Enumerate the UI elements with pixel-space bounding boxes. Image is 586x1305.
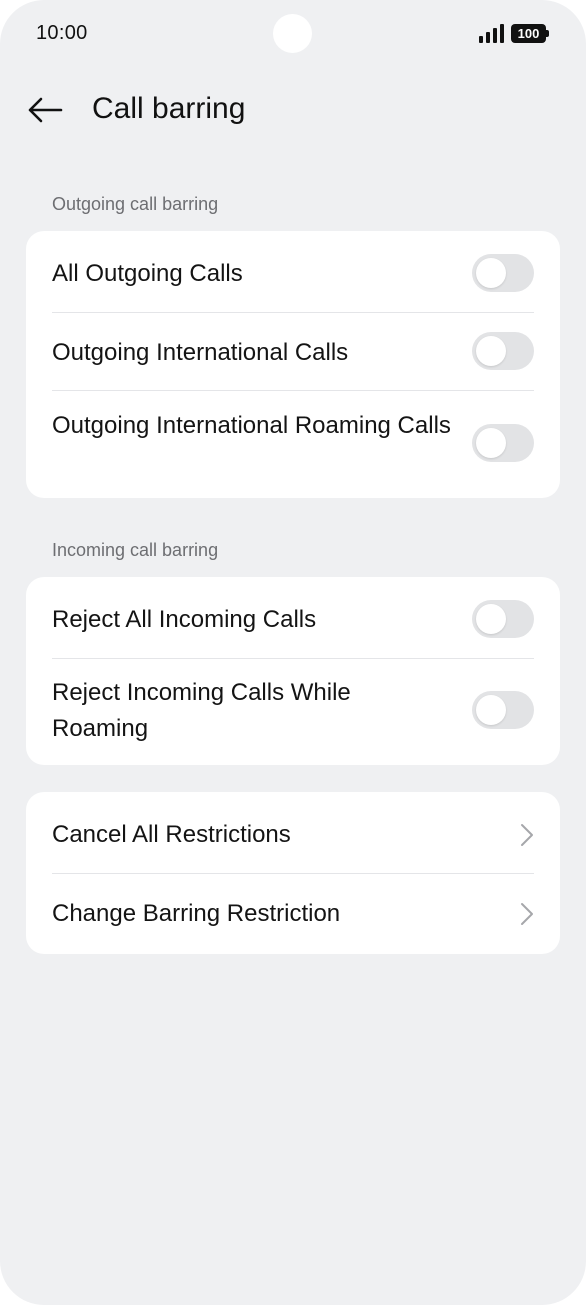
- incoming-call-barring-card: Reject All Incoming Calls Reject Incomin…: [26, 577, 560, 765]
- status-bar: 10:00 100: [0, 0, 586, 68]
- outgoing-international-roaming-calls-toggle[interactable]: [472, 424, 534, 462]
- setting-label: Outgoing International Calls: [52, 339, 349, 366]
- battery-icon: 100: [511, 24, 549, 43]
- setting-row-reject-incoming-calls-while-roaming[interactable]: Reject Incoming Calls While Roaming: [26, 658, 560, 765]
- change-barring-restriction-item[interactable]: Change Barring Restriction: [26, 873, 560, 954]
- status-time: 10:00: [36, 22, 88, 44]
- reject-all-incoming-calls-toggle[interactable]: [472, 600, 534, 638]
- outgoing-call-barring-card: All Outgoing Calls Outgoing Internationa…: [26, 231, 560, 498]
- toggle-knob: [476, 604, 506, 634]
- toggle-knob: [476, 428, 506, 458]
- all-outgoing-calls-toggle[interactable]: [472, 254, 534, 292]
- arrow-left-icon: [28, 97, 63, 123]
- battery-level: 100: [511, 24, 546, 43]
- page-title: Call barring: [92, 92, 246, 125]
- outgoing-section-header: Outgoing call barring: [52, 194, 219, 214]
- outgoing-international-calls-toggle[interactable]: [472, 332, 534, 370]
- toggle-knob: [476, 258, 506, 288]
- phone-screen: 10:00 100 Call barring Outgoing call bar…: [0, 0, 586, 1305]
- setting-row-reject-all-incoming-calls[interactable]: Reject All Incoming Calls: [26, 577, 560, 658]
- setting-label: All Outgoing Calls: [52, 260, 243, 287]
- setting-row-outgoing-international-roaming-calls[interactable]: Outgoing International Roaming Calls: [26, 390, 560, 498]
- setting-label: Reject Incoming Calls While Roaming: [52, 679, 351, 742]
- setting-label: Reject All Incoming Calls: [52, 606, 317, 633]
- setting-label: Outgoing International Roaming Calls: [52, 412, 451, 439]
- front-camera-cutout: [273, 14, 312, 53]
- setting-row-outgoing-international-calls[interactable]: Outgoing International Calls: [26, 312, 560, 390]
- barring-actions-card: Cancel All Restrictions Change Barring R…: [26, 792, 560, 954]
- toggle-knob: [476, 336, 506, 366]
- action-label: Cancel All Restrictions: [52, 821, 291, 848]
- chevron-right-icon: [521, 824, 533, 846]
- setting-row-all-outgoing-calls[interactable]: All Outgoing Calls: [26, 231, 560, 312]
- back-button[interactable]: [22, 88, 68, 132]
- incoming-section-header: Incoming call barring: [52, 540, 219, 560]
- toggle-knob: [476, 695, 506, 725]
- cellular-signal-icon: [479, 24, 505, 43]
- app-bar: Call barring: [0, 80, 586, 140]
- reject-incoming-calls-while-roaming-toggle[interactable]: [472, 691, 534, 729]
- chevron-right-icon: [521, 903, 533, 925]
- cancel-all-restrictions-item[interactable]: Cancel All Restrictions: [26, 792, 560, 873]
- action-label: Change Barring Restriction: [52, 900, 341, 927]
